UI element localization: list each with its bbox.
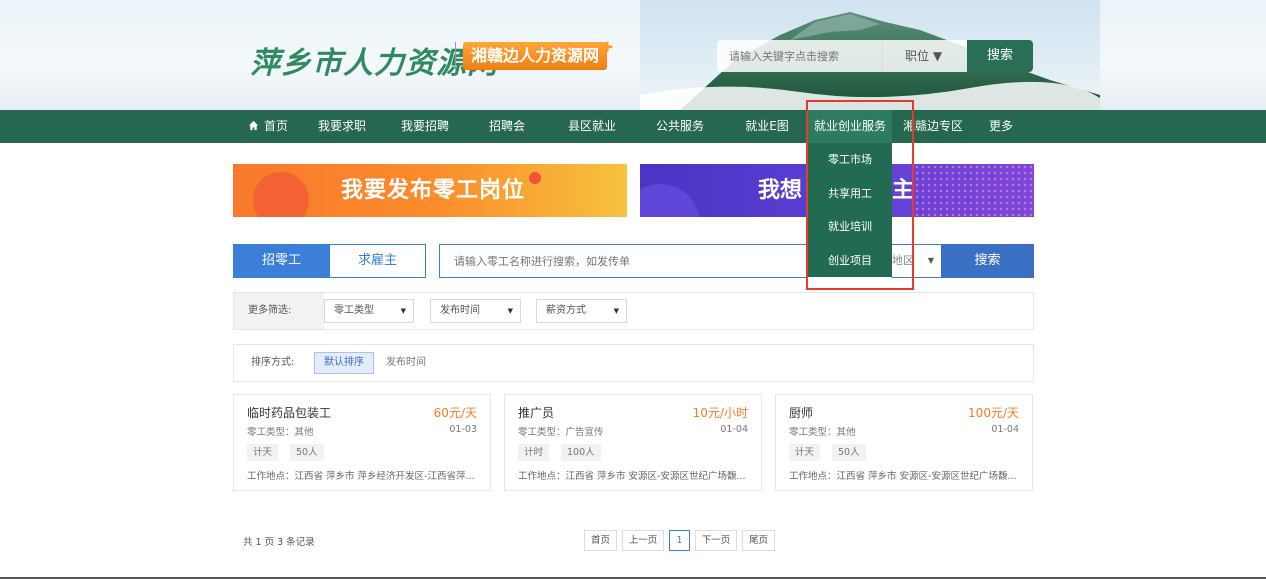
find-employer-banner-text: 我想 [758, 178, 803, 203]
gig-type-select[interactable]: 零工类型 ▼ [324, 299, 414, 323]
find-employer-banner-text-end: 主 [892, 178, 915, 203]
gig-type-select-label: 零工类型 [334, 305, 374, 316]
job-headcount-tag: 100人 [561, 444, 601, 461]
job-date: 01-03 [449, 424, 477, 435]
nav-employment-map[interactable]: 就业E图 [738, 110, 796, 143]
post-time-select-label: 发布时间 [440, 305, 480, 316]
gig-search-input[interactable] [439, 244, 807, 278]
banner-decor-dot [529, 172, 541, 184]
filter-bar: 更多筛选: 零工类型 ▼ 发布时间 ▼ 薪资方式 ▼ [233, 292, 1034, 330]
post-gig-banner-text: 我要发布零工岗位 [341, 178, 526, 203]
job-pay-tag: 计时 [518, 444, 550, 461]
job-headcount-tag: 50人 [290, 444, 324, 461]
page-next-button[interactable]: 下一页 [695, 530, 737, 551]
dropdown-item-job-training[interactable]: 就业培训 [808, 210, 892, 244]
page-first-button[interactable]: 首页 [584, 530, 617, 551]
filter-label: 更多筛选: [234, 293, 324, 329]
banner-decor-circle [253, 172, 309, 217]
home-icon [248, 120, 259, 131]
job-address: 工作地点：江西省 萍乡市 安源区-安源区世纪广场馥... [518, 471, 746, 482]
job-salary: 100元/天 [968, 406, 1019, 420]
banner-decor-circle [640, 184, 700, 217]
tab-find-employer[interactable]: 求雇主 [330, 244, 426, 278]
salary-method-select-label: 薪资方式 [546, 305, 586, 316]
header-search: 职位 ▼ 搜索 [717, 40, 1033, 72]
nav-home[interactable]: 首页 [240, 110, 296, 143]
job-title: 推广员 [518, 406, 555, 420]
main-nav: 首页 我要求职 我要招聘 招聘会 县区就业 公共服务 就业E图 就业创业服务 湘… [0, 110, 1266, 143]
job-type: 零工类型：广告宣传 [518, 427, 604, 438]
region-select-label: 地区 [892, 254, 914, 267]
nav-public-service[interactable]: 公共服务 [650, 110, 710, 143]
sort-default-button[interactable]: 默认排序 [314, 352, 374, 374]
gig-search-button[interactable]: 搜索 [941, 244, 1034, 278]
post-gig-banner[interactable]: 我要发布零工岗位 [233, 164, 627, 217]
dropdown-item-startup-projects[interactable]: 创业项目 [808, 244, 892, 278]
record-count: 共 1 页 3 条记录 [243, 537, 315, 548]
job-address: 工作地点：江西省 萍乡市 安源区-安源区世纪广场馥... [789, 471, 1017, 482]
search-type-select[interactable]: 职位 ▼ [882, 40, 967, 72]
job-salary: 60元/天 [433, 406, 477, 420]
job-card[interactable]: 临时药品包装工 60元/天 零工类型：其他 01-03 计天 50人 工作地点：… [233, 394, 491, 491]
nav-county-employment[interactable]: 县区就业 [562, 110, 622, 143]
tab-hire-gig[interactable]: 招零工 [233, 244, 330, 278]
nav-recruit[interactable]: 我要招聘 [395, 110, 455, 143]
job-card[interactable]: 厨师 100元/天 零工类型：其他 01-04 计天 50人 工作地点：江西省 … [775, 394, 1033, 491]
header-search-input[interactable] [717, 40, 882, 72]
sort-time-button[interactable]: 发布时间 [386, 345, 426, 381]
logo-divider [455, 42, 456, 70]
dropdown-item-shared-employment[interactable]: 共享用工 [808, 177, 892, 211]
region-select[interactable]: 地区 ▼ [892, 244, 941, 278]
job-title: 临时药品包装工 [247, 406, 332, 420]
job-salary: 10元/小时 [692, 406, 748, 420]
sort-label: 排序方式: [251, 357, 295, 368]
header-search-button[interactable]: 搜索 [967, 40, 1033, 72]
nav-job-seeking[interactable]: 我要求职 [312, 110, 372, 143]
job-pay-tag: 计天 [789, 444, 821, 461]
job-date: 01-04 [720, 424, 748, 435]
nav-more[interactable]: 更多 [984, 110, 1018, 143]
caret-down-icon: ▼ [927, 256, 934, 265]
xiangganbian-logo[interactable]: 湘赣边人力资源网 ✚ [463, 40, 613, 70]
job-card[interactable]: 推广员 10元/小时 零工类型：广告宣传 01-04 计时 100人 工作地点：… [504, 394, 762, 491]
nav-xiangganbian-zone[interactable]: 湘赣边专区 [900, 110, 966, 143]
page-current-button[interactable]: 1 [669, 530, 690, 551]
dropdown-item-gig-market[interactable]: 零工市场 [808, 143, 892, 177]
nav-job-fair[interactable]: 招聘会 [482, 110, 532, 143]
nav-home-label: 首页 [263, 119, 288, 133]
post-time-select[interactable]: 发布时间 ▼ [430, 299, 521, 323]
job-pay-tag: 计天 [247, 444, 279, 461]
job-type: 零工类型：其他 [789, 427, 856, 438]
job-title: 厨师 [789, 406, 814, 420]
job-date: 01-04 [991, 424, 1019, 435]
page-prev-button[interactable]: 上一页 [622, 530, 664, 551]
site-logo[interactable]: 萍乡市人力资源网 [250, 38, 498, 82]
banner-dot-pattern [914, 164, 1034, 217]
caret-down-icon: ▼ [507, 307, 513, 315]
sort-bar: 排序方式: 默认排序 发布时间 [233, 344, 1034, 382]
caret-down-icon: ▼ [400, 307, 406, 315]
job-type: 零工类型：其他 [247, 427, 314, 438]
xiangganbian-logo-text: 湘赣边人力资源网 [471, 46, 600, 65]
nav-employment-services[interactable]: 就业创业服务 [808, 110, 892, 143]
job-address: 工作地点：江西省 萍乡市 萍乡经济开发区-江西省萍... [247, 471, 475, 482]
site-header: 萍乡市人力资源网 湘赣边人力资源网 ✚ 职位 ▼ 搜索 [0, 0, 1266, 110]
page-last-button[interactable]: 尾页 [742, 530, 775, 551]
plus-icon: ✚ [601, 40, 614, 56]
caret-down-icon: ▼ [613, 307, 619, 315]
salary-method-select[interactable]: 薪资方式 ▼ [536, 299, 627, 323]
job-headcount-tag: 50人 [832, 444, 866, 461]
employment-services-dropdown: 零工市场 共享用工 就业培训 创业项目 [808, 143, 892, 277]
